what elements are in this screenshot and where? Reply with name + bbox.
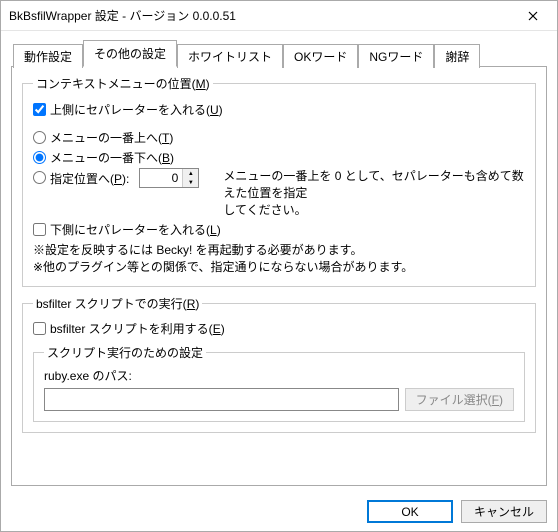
context-note: ※設定を反映するには Becky! を再起動する必要があります。 ※他のプラグイ…	[33, 242, 525, 276]
tab-other-settings[interactable]: その他の設定	[83, 40, 177, 67]
checkbox-use-bsfilter-script[interactable]	[33, 322, 46, 335]
label-menu-top: メニューの一番上へ(T)	[50, 129, 173, 146]
label-lower-separator: 下側にセパレーターを入れる(L)	[50, 221, 221, 238]
dialog-window: BkBsfilWrapper 設定 - バージョン 0.0.0.51 動作設定 …	[0, 0, 558, 532]
position-spinner-down[interactable]: ▼	[183, 178, 198, 187]
window-title: BkBsfilWrapper 設定 - バージョン 0.0.0.51	[9, 7, 510, 24]
titlebar: BkBsfilWrapper 設定 - バージョン 0.0.0.51	[1, 1, 557, 31]
label-specified-position: 指定位置へ(P):	[50, 170, 129, 187]
radio-specified-position[interactable]	[33, 171, 46, 184]
group-script-legend: bsfilter スクリプトでの実行(R)	[33, 295, 202, 312]
ruby-path-label: ruby.exe のパス:	[44, 367, 514, 384]
group-script-exec-settings: スクリプト実行のための設定 ruby.exe のパス: ファイル選択(F)	[33, 344, 525, 422]
browse-file-button[interactable]: ファイル選択(F)	[405, 388, 514, 411]
tab-page-other-settings: コンテキストメニューの位置(M) 上側にセパレーターを入れる(U) メニューの一…	[11, 66, 547, 486]
label-menu-bottom: メニューの一番下へ(B)	[50, 149, 174, 166]
dialog-body: 動作設定 その他の設定 ホワイトリスト OKワード NGワード 謝辞 コンテキス…	[1, 31, 557, 492]
position-spinner: ▲ ▼	[139, 168, 199, 188]
group-context-menu-position: コンテキストメニューの位置(M) 上側にセパレーターを入れる(U) メニューの一…	[22, 75, 536, 287]
close-button[interactable]	[510, 1, 555, 30]
tab-thanks[interactable]: 謝辞	[434, 44, 480, 68]
group-context-legend: コンテキストメニューの位置(M)	[33, 75, 213, 92]
tab-ok-word[interactable]: OKワード	[283, 44, 358, 68]
radio-menu-top[interactable]	[33, 131, 46, 144]
checkbox-lower-separator[interactable]	[33, 223, 46, 236]
close-icon	[528, 11, 538, 21]
cancel-button[interactable]: キャンセル	[461, 500, 547, 523]
tab-operation[interactable]: 動作設定	[13, 44, 83, 68]
checkbox-upper-separator[interactable]	[33, 103, 46, 116]
dialog-footer: OK キャンセル	[1, 492, 557, 531]
tab-whitelist[interactable]: ホワイトリスト	[177, 44, 283, 68]
ok-button[interactable]: OK	[367, 500, 453, 523]
tab-ng-word[interactable]: NGワード	[358, 44, 434, 68]
label-upper-separator: 上側にセパレーターを入れる(U)	[50, 101, 223, 118]
position-spinner-up[interactable]: ▲	[183, 169, 198, 178]
group-bsfilter-script: bsfilter スクリプトでの実行(R) bsfilter スクリプトを利用す…	[22, 295, 536, 433]
ruby-path-input[interactable]	[44, 388, 399, 411]
position-hint: メニューの一番上を 0 として、セパレーターも含めて数えた位置を指定 してくださ…	[223, 168, 525, 218]
group-script-exec-legend: スクリプト実行のための設定	[44, 344, 206, 361]
radio-menu-bottom[interactable]	[33, 151, 46, 164]
tab-strip: 動作設定 その他の設定 ホワイトリスト OKワード NGワード 謝辞	[13, 39, 547, 66]
position-spinner-input[interactable]	[140, 169, 182, 187]
label-use-bsfilter-script: bsfilter スクリプトを利用する(E)	[50, 320, 225, 337]
